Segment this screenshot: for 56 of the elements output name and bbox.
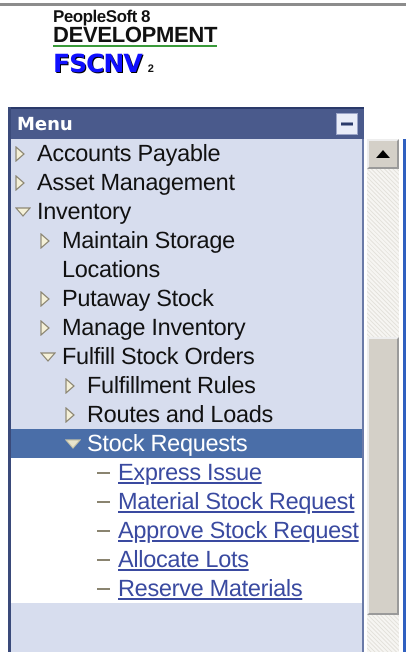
dash-icon	[97, 530, 110, 532]
environment-name: DEVELOPMENT	[53, 25, 218, 47]
menu-item[interactable]: Accounts Payable	[37, 139, 263, 168]
menu-item[interactable]: Fulfillment Rules	[87, 371, 313, 400]
database-name: FSCNV	[53, 51, 142, 77]
collapse-button[interactable]	[336, 113, 358, 135]
menu-row[interactable]: Allocate Lots	[11, 545, 362, 574]
collapsed-triangle-icon[interactable]	[15, 146, 25, 162]
dash-icon	[97, 501, 110, 503]
menu-row[interactable]: Routes and Loads	[11, 400, 362, 429]
product-name: PeopleSoft 8	[53, 9, 151, 25]
expanded-triangle-icon[interactable]	[40, 352, 56, 362]
menu-link[interactable]: Material Stock Request	[118, 487, 362, 516]
menu-item[interactable]: Putaway Stock	[62, 284, 288, 313]
menu-row[interactable]: Express Issue	[11, 458, 362, 487]
menu-item[interactable]: Fulfill Stock Orders	[62, 342, 288, 371]
dash-icon	[97, 472, 110, 474]
instance-number: 2	[148, 63, 154, 75]
scrollbar[interactable]	[367, 139, 399, 652]
collapsed-triangle-icon[interactable]	[65, 378, 75, 394]
up-arrow-icon	[376, 150, 390, 158]
menu-row[interactable]: Material Stock Request	[11, 487, 362, 516]
minus-icon	[340, 122, 354, 126]
menu-link[interactable]: Reserve Materials	[118, 574, 362, 603]
menu-item[interactable]: Routes and Loads	[87, 400, 313, 429]
dash-icon	[97, 588, 110, 590]
collapsed-triangle-icon[interactable]	[15, 174, 25, 190]
menu-item[interactable]: Asset Management	[37, 168, 263, 197]
menu-item[interactable]: Stock Requests	[87, 429, 313, 458]
collapsed-triangle-icon[interactable]	[40, 232, 50, 248]
menu-row[interactable]: Accounts Payable	[11, 139, 362, 168]
collapsed-triangle-icon[interactable]	[40, 290, 50, 306]
menu-row[interactable]: Approve Stock Request	[11, 516, 362, 545]
menu-row[interactable]: Manage Inventory	[11, 313, 362, 342]
menu-row[interactable]: Putaway Stock	[11, 284, 362, 313]
menu-row[interactable]: Maintain Storage Locations	[11, 226, 362, 284]
menu-row[interactable]: Fulfillment Rules	[11, 371, 362, 400]
menu-link[interactable]: Allocate Lots	[118, 545, 362, 574]
scroll-thumb[interactable]	[367, 337, 399, 615]
dash-icon	[97, 559, 110, 561]
expanded-triangle-icon[interactable]	[65, 438, 81, 448]
menu-link[interactable]: Express Issue	[118, 458, 362, 487]
menu-item[interactable]: Maintain Storage Locations	[62, 226, 288, 284]
menu-row[interactable]: Asset Management	[11, 168, 362, 197]
collapsed-triangle-icon[interactable]	[65, 406, 75, 422]
expanded-triangle-icon[interactable]	[15, 206, 31, 216]
collapsed-triangle-icon[interactable]	[40, 320, 50, 336]
menu-link[interactable]: Approve Stock Request	[118, 516, 362, 545]
menu-title: Menu	[17, 114, 73, 134]
menu-item[interactable]: Manage Inventory	[62, 313, 288, 342]
menu-row[interactable]: Fulfill Stock Orders	[11, 342, 362, 371]
menu-item[interactable]: Inventory	[37, 197, 263, 226]
selected-row[interactable]: Stock Requests	[11, 429, 362, 458]
menu-row[interactable]: Inventory	[11, 197, 362, 226]
scroll-up-button[interactable]	[367, 139, 399, 169]
menu-row[interactable]: Reserve Materials	[11, 574, 362, 603]
